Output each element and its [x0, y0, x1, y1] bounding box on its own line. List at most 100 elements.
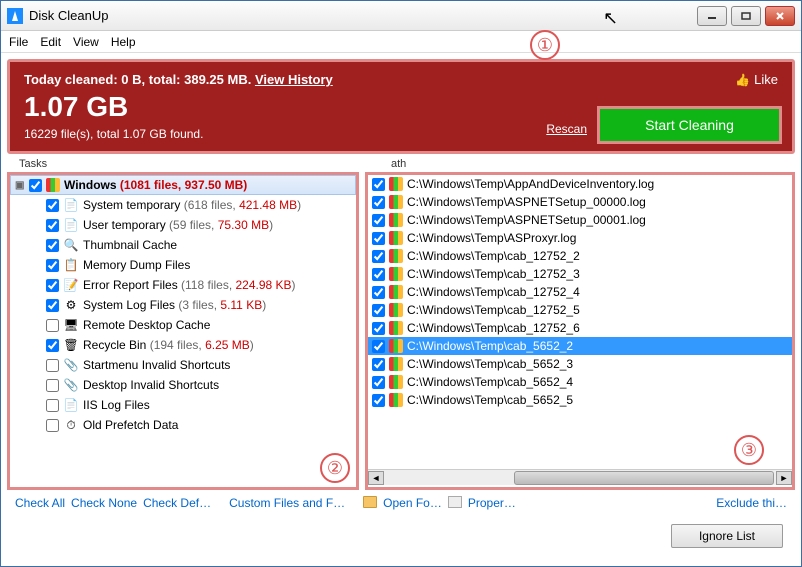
- task-item[interactable]: ⏱Old Prefetch Data: [10, 415, 356, 435]
- minimize-button[interactable]: [697, 6, 727, 26]
- task-item[interactable]: 🖥 Remote Desktop Cache: [10, 315, 356, 335]
- tasks-label: Tasks: [15, 158, 51, 170]
- path-item[interactable]: C:\Windows\Temp\cab_12752_2: [368, 247, 792, 265]
- scroll-right-icon[interactable]: ►: [776, 471, 792, 485]
- task-label: IIS Log Files: [83, 398, 150, 412]
- path-item[interactable]: C:\Windows\Temp\ASProxyr.log: [368, 229, 792, 247]
- task-item[interactable]: 📎Desktop Invalid Shortcuts: [10, 375, 356, 395]
- task-checkbox[interactable]: [46, 319, 59, 332]
- task-label: Remote Desktop Cache: [83, 318, 210, 332]
- path-item[interactable]: C:\Windows\Temp\cab_5652_2: [368, 337, 792, 355]
- path-checkbox[interactable]: [372, 268, 385, 281]
- path-checkbox[interactable]: [372, 376, 385, 389]
- like-button[interactable]: Like: [735, 72, 778, 87]
- root-checkbox[interactable]: [29, 179, 42, 192]
- windows-flag-icon: [389, 213, 403, 227]
- tree-root-windows[interactable]: ▣ Windows (1081 files, 937.50 MB): [10, 175, 356, 195]
- path-checkbox[interactable]: [372, 232, 385, 245]
- path-checkbox[interactable]: [372, 178, 385, 191]
- task-checkbox[interactable]: [46, 419, 59, 432]
- check-all-link[interactable]: Check All: [15, 496, 65, 510]
- windows-flag-icon: [389, 231, 403, 245]
- path-item[interactable]: C:\Windows\Temp\ASPNETSetup_00000.log: [368, 193, 792, 211]
- path-checkbox[interactable]: [372, 394, 385, 407]
- close-button[interactable]: [765, 6, 795, 26]
- task-icon: 📄: [63, 217, 79, 233]
- task-icon: 📎: [63, 377, 79, 393]
- windows-flag-icon: [389, 303, 403, 317]
- open-folder-link[interactable]: Open Fo…: [383, 496, 442, 510]
- tasks-tree[interactable]: ▣ Windows (1081 files, 937.50 MB) 📄 System…: [10, 175, 356, 487]
- task-item[interactable]: 📄IIS Log Files: [10, 395, 356, 415]
- task-checkbox[interactable]: [46, 279, 59, 292]
- menu-file[interactable]: File: [9, 35, 28, 49]
- custom-files-link[interactable]: Custom Files and F…: [229, 496, 345, 510]
- start-cleaning-button[interactable]: Start Cleaning: [597, 106, 782, 144]
- window-title: Disk CleanUp: [29, 8, 697, 23]
- path-checkbox[interactable]: [372, 214, 385, 227]
- task-checkbox[interactable]: [46, 259, 59, 272]
- task-item[interactable]: 📋Memory Dump Files: [10, 255, 356, 275]
- task-checkbox[interactable]: [46, 379, 59, 392]
- task-icon: ⚙: [63, 297, 79, 313]
- task-checkbox[interactable]: [46, 399, 59, 412]
- path-checkbox[interactable]: [372, 358, 385, 371]
- windows-flag-icon: [389, 285, 403, 299]
- task-icon: 🗑: [63, 337, 79, 353]
- annotation-3: ③: [734, 435, 764, 465]
- task-item[interactable]: 📄 User temporary (59 files, 75.30 MB): [10, 215, 356, 235]
- task-label: User temporary (59 files, 75.30 MB): [83, 218, 273, 232]
- task-item[interactable]: 📄 System temporary (618 files, 421.48 MB): [10, 195, 356, 215]
- rescan-link[interactable]: Rescan: [546, 122, 587, 136]
- task-checkbox[interactable]: [46, 339, 59, 352]
- properties-link[interactable]: Proper…: [468, 496, 516, 510]
- task-item[interactable]: 📎Startmenu Invalid Shortcuts: [10, 355, 356, 375]
- path-item[interactable]: C:\Windows\Temp\cab_12752_5: [368, 301, 792, 319]
- path-item[interactable]: C:\Windows\Temp\cab_12752_6: [368, 319, 792, 337]
- path-item[interactable]: C:\Windows\Temp\cab_5652_3: [368, 355, 792, 373]
- path-checkbox[interactable]: [372, 250, 385, 263]
- path-checkbox[interactable]: [372, 322, 385, 335]
- task-checkbox[interactable]: [46, 239, 59, 252]
- task-checkbox[interactable]: [46, 199, 59, 212]
- task-icon: 📄: [63, 197, 79, 213]
- windows-flag-icon: [389, 177, 403, 191]
- task-item[interactable]: 🗑Recycle Bin (194 files, 6.25 MB): [10, 335, 356, 355]
- path-item[interactable]: C:\Windows\Temp\cab_5652_5: [368, 391, 792, 409]
- task-item[interactable]: 🔍Thumbnail Cache: [10, 235, 356, 255]
- task-item[interactable]: ⚙System Log Files (3 files, 5.11 KB): [10, 295, 356, 315]
- task-icon: 🖥: [63, 317, 79, 333]
- maximize-button[interactable]: [731, 6, 761, 26]
- path-item[interactable]: C:\Windows\Temp\AppAndDeviceInventory.lo…: [368, 175, 792, 193]
- scroll-left-icon[interactable]: ◄: [368, 471, 384, 485]
- footer: Ignore List: [1, 516, 801, 562]
- path-item[interactable]: C:\Windows\Temp\cab_12752_3: [368, 265, 792, 283]
- path-text: C:\Windows\Temp\ASPNETSetup_00001.log: [407, 213, 646, 227]
- path-item[interactable]: C:\Windows\Temp\cab_12752_4: [368, 283, 792, 301]
- paths-list[interactable]: C:\Windows\Temp\AppAndDeviceInventory.lo…: [368, 175, 792, 469]
- ignore-list-button[interactable]: Ignore List: [671, 524, 783, 548]
- check-none-link[interactable]: Check None: [71, 496, 137, 510]
- path-checkbox[interactable]: [372, 286, 385, 299]
- path-text: C:\Windows\Temp\cab_12752_3: [407, 267, 580, 281]
- task-checkbox[interactable]: [46, 359, 59, 372]
- windows-flag-icon: [389, 393, 403, 407]
- menu-edit[interactable]: Edit: [40, 35, 61, 49]
- collapse-icon[interactable]: ▣: [15, 180, 25, 191]
- menu-view[interactable]: View: [73, 35, 99, 49]
- path-checkbox[interactable]: [372, 304, 385, 317]
- view-history-link[interactable]: View History: [255, 72, 333, 87]
- task-checkbox[interactable]: [46, 219, 59, 232]
- menu-help[interactable]: Help: [111, 35, 136, 49]
- task-checkbox[interactable]: [46, 299, 59, 312]
- task-item[interactable]: 📝Error Report Files (118 files, 224.98 K…: [10, 275, 356, 295]
- path-item[interactable]: C:\Windows\Temp\cab_5652_4: [368, 373, 792, 391]
- horizontal-scrollbar[interactable]: ◄ ►: [368, 469, 792, 485]
- exclude-link[interactable]: Exclude thi…: [716, 496, 787, 510]
- path-checkbox[interactable]: [372, 340, 385, 353]
- path-item[interactable]: C:\Windows\Temp\ASPNETSetup_00001.log: [368, 211, 792, 229]
- scroll-thumb[interactable]: [514, 471, 774, 485]
- check-def-link[interactable]: Check Def…: [143, 496, 211, 510]
- path-checkbox[interactable]: [372, 196, 385, 209]
- task-label: System temporary (618 files, 421.48 MB): [83, 198, 301, 212]
